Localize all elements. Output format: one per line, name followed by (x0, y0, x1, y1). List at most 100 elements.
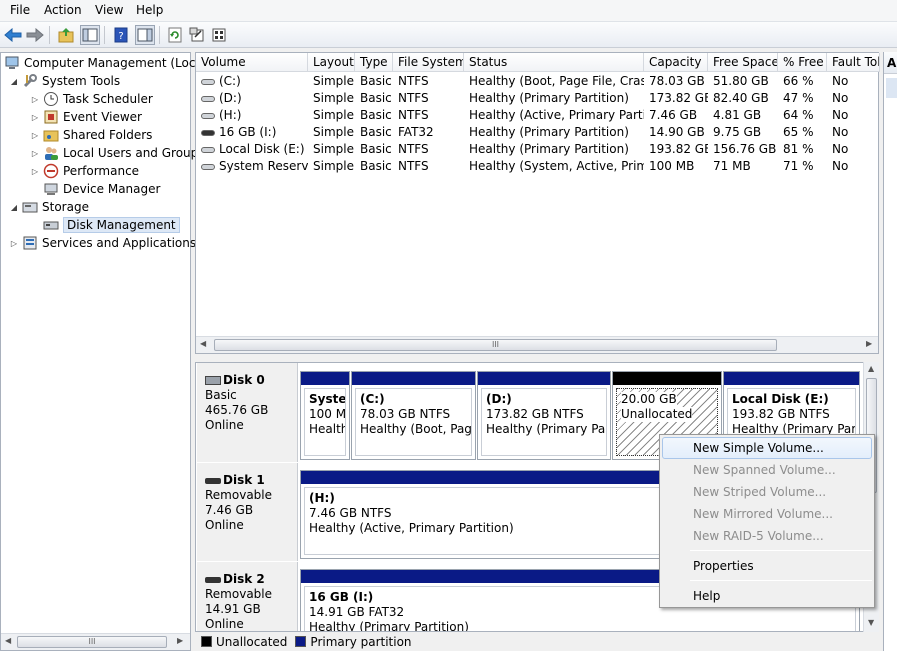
scroll-up-icon[interactable]: ▲ (868, 364, 874, 373)
menu-item-new-raid5-volume[interactable]: New RAID-5 Volume... (662, 525, 872, 547)
storage-icon (22, 199, 38, 215)
table-row[interactable]: Local Disk (E:) Simple Basic NTFS Healthy (P… (196, 141, 878, 158)
removable-disk-icon (205, 576, 221, 583)
legend: Unallocated Primary partition (195, 632, 879, 651)
tree-label: Disk Management (63, 217, 180, 233)
table-cell-free: 51.80 GB (713, 74, 769, 88)
refresh-button[interactable] (165, 25, 185, 45)
collapsed-arrow-icon[interactable]: ▷ (30, 149, 40, 158)
clock-icon (43, 91, 59, 107)
back-button[interactable] (3, 25, 23, 45)
tree-item-local-users-and-groups[interactable]: ▷ Local Users and Groups (30, 144, 205, 162)
table-cell-type: Basic (360, 91, 392, 105)
table-cell-volume: Local Disk (E:) (196, 141, 308, 158)
properties-button[interactable] (187, 25, 207, 45)
column-header-layout[interactable]: Layout (308, 53, 355, 72)
scroll-left-icon[interactable]: ◀ (200, 339, 206, 348)
scroll-right-icon[interactable]: ▶ (177, 636, 183, 645)
collapsed-arrow-icon[interactable]: ▷ (30, 167, 40, 176)
disk-settings-icon (212, 28, 226, 42)
volume-list-horizontal-scrollbar[interactable]: ◀ III ▶ (196, 336, 878, 353)
menu-item-properties[interactable]: Properties (662, 555, 872, 577)
tree-item-computer-management[interactable]: Computer Management (Local (4, 54, 206, 72)
tree-item-shared-folders[interactable]: ▷ Shared Folders (30, 126, 152, 144)
menu-item-new-spanned-volume[interactable]: New Spanned Volume... (662, 459, 872, 481)
column-header-volume[interactable]: Volume (196, 53, 308, 72)
event-viewer-icon (43, 109, 59, 125)
collapsed-arrow-icon[interactable]: ▷ (9, 239, 19, 248)
action-pane-icon (137, 28, 153, 42)
device-manager-icon (43, 181, 59, 197)
disk-1-label[interactable]: Disk 1 Removable 7.46 GB Online (197, 463, 298, 561)
scroll-thumb[interactable]: III (214, 339, 777, 351)
disk-2-label[interactable]: Disk 2 Removable 14.91 GB Online (197, 562, 298, 631)
partition-system-reserved[interactable]: Systen100 MIHealth (300, 371, 350, 460)
expanded-arrow-icon[interactable]: ◢ (9, 203, 19, 212)
help-button[interactable]: ? (111, 25, 131, 45)
actions-item[interactable] (886, 78, 897, 98)
scroll-left-icon[interactable]: ◀ (5, 636, 11, 645)
removable-disk-icon (205, 477, 221, 484)
menu-view[interactable]: View (95, 3, 123, 17)
collapsed-arrow-icon[interactable]: ▷ (30, 131, 40, 140)
tree-item-task-scheduler[interactable]: ▷ Task Scheduler (30, 90, 153, 108)
tree-item-storage[interactable]: ◢ Storage (9, 198, 89, 216)
table-cell-fs: NTFS (398, 74, 429, 88)
table-cell-capacity: 14.90 GB (649, 125, 705, 139)
show-hide-console-tree-button[interactable] (80, 25, 100, 45)
menu-action[interactable]: Action (44, 3, 82, 17)
table-row[interactable]: (H:) Simple Basic NTFS Healthy (Active, Prim… (196, 107, 878, 124)
expanded-arrow-icon[interactable]: ◢ (9, 77, 19, 86)
column-header-type[interactable]: Type (355, 53, 393, 72)
unallocated-swatch (201, 636, 212, 647)
column-header-fault-tolerance[interactable]: Fault Tole (827, 53, 880, 72)
show-hide-action-pane-button[interactable] (135, 25, 155, 45)
tree-horizontal-scrollbar[interactable]: ◀ III ▶ (1, 633, 190, 650)
column-header-capacity[interactable]: Capacity (644, 53, 708, 72)
up-one-level-button[interactable] (56, 25, 76, 45)
tree-item-services-and-applications[interactable]: ▷ Services and Applications (9, 234, 196, 252)
column-header-percent-free[interactable]: % Free (778, 53, 827, 72)
table-row[interactable]: (C:) Simple Basic NTFS Healthy (Boot, Page F… (196, 73, 878, 90)
column-header-status[interactable]: Status (464, 53, 644, 72)
tree-item-system-tools[interactable]: ◢ System Tools (9, 72, 120, 90)
collapsed-arrow-icon[interactable]: ▷ (30, 95, 40, 104)
menu-item-help[interactable]: Help (662, 585, 872, 607)
table-row[interactable]: System Reserved Simple Basic NTFS Healthy (S… (196, 158, 878, 175)
table-cell-type: Basic (360, 74, 392, 88)
tree-item-event-viewer[interactable]: ▷ Event Viewer (30, 108, 142, 126)
tree-item-disk-management[interactable]: Disk Management (43, 216, 180, 234)
scroll-right-icon[interactable]: ▶ (866, 339, 872, 348)
menu-separator (690, 580, 872, 581)
partition-d[interactable]: (D:)173.82 GB NTFSHealthy (Primary Parti… (477, 371, 611, 460)
table-cell-type: Basic (360, 142, 392, 156)
table-row[interactable]: (D:) Simple Basic NTFS Healthy (Primary Part… (196, 90, 878, 107)
volume-name: Local Disk (E:) (219, 142, 305, 156)
column-header-file-system[interactable]: File System (393, 53, 464, 72)
table-cell-pct: 47 % (783, 91, 814, 105)
tree-label: Shared Folders (63, 128, 153, 142)
tree-item-device-manager[interactable]: Device Manager (43, 180, 160, 198)
menu-item-new-mirrored-volume[interactable]: New Mirrored Volume... (662, 503, 872, 525)
forward-button[interactable] (25, 25, 45, 45)
performance-icon (43, 163, 59, 179)
table-cell-volume: (H:) (196, 107, 308, 124)
scroll-thumb[interactable]: III (17, 636, 167, 648)
menu-file[interactable]: File (10, 3, 30, 17)
table-row[interactable]: 16 GB (I:) Simple Basic FAT32 Healthy (Prima… (196, 124, 878, 141)
collapsed-arrow-icon[interactable]: ▷ (30, 113, 40, 122)
menu-item-new-striped-volume[interactable]: New Striped Volume... (662, 481, 872, 503)
table-cell-capacity: 100 MB (649, 159, 695, 173)
disk-0-label[interactable]: Disk 0 Basic 465.76 GB Online (197, 363, 298, 462)
table-cell-status: Healthy (Boot, Page File, Cras... (469, 74, 644, 88)
volume-icon (201, 78, 215, 85)
scroll-down-icon[interactable]: ▼ (868, 618, 874, 627)
tree-item-performance[interactable]: ▷ Performance (30, 162, 139, 180)
column-header-free-space[interactable]: Free Space (708, 53, 778, 72)
partition-c[interactable]: (C:)78.03 GB NTFSHealthy (Boot, Page I (351, 371, 476, 460)
tree-label: Local Users and Groups (63, 146, 205, 160)
disk-type: Removable (205, 587, 273, 601)
disk-settings-button[interactable] (209, 25, 229, 45)
menu-item-new-simple-volume[interactable]: New Simple Volume... (662, 437, 872, 459)
menu-help[interactable]: Help (136, 3, 163, 17)
